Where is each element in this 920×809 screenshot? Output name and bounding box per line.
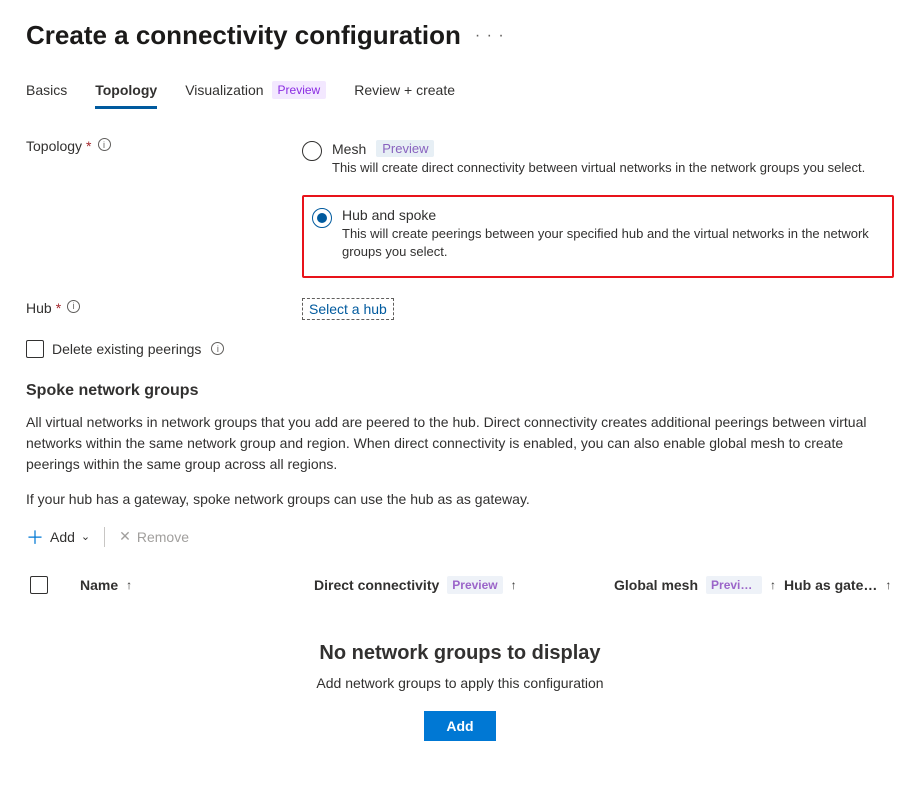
spoke-paragraph-1: All virtual networks in network groups t… [26, 412, 894, 475]
chevron-down-icon: ⌄ [81, 530, 90, 543]
spoke-paragraph-2: If your hub has a gateway, spoke network… [26, 489, 894, 510]
empty-subtitle: Add network groups to apply this configu… [26, 675, 894, 691]
tab-visualization[interactable]: Visualization Preview [185, 81, 326, 109]
topology-field-label: Topology * i [26, 136, 302, 278]
radio-option-hubspoke[interactable]: Hub and spoke This will create peerings … [312, 203, 884, 265]
remove-label: Remove [137, 529, 189, 545]
sort-arrow-icon: ↑ [885, 578, 891, 592]
tab-visualization-label: Visualization [185, 82, 263, 98]
info-icon[interactable]: i [211, 342, 224, 355]
x-icon: ✕ [119, 528, 131, 545]
radio-hubspoke-title: Hub and spoke [342, 207, 436, 223]
tab-review-create[interactable]: Review + create [354, 81, 455, 109]
hub-field-label: Hub * i [26, 298, 302, 320]
required-asterisk: * [56, 300, 61, 316]
sort-arrow-icon: ↑ [511, 578, 517, 592]
column-name[interactable]: Name ↑ [74, 577, 314, 593]
toolbar-divider [104, 527, 105, 547]
empty-title: No network groups to display [26, 642, 894, 665]
radio-option-mesh[interactable]: Mesh Preview This will create direct con… [302, 136, 894, 181]
tabs-container: Basics Topology Visualization Preview Re… [26, 81, 894, 110]
remove-button: ✕ Remove [119, 528, 189, 545]
radio-mesh-desc: This will create direct connectivity bet… [332, 159, 894, 177]
spoke-heading: Spoke network groups [26, 382, 894, 400]
radio-mesh[interactable] [302, 141, 322, 161]
select-hub-link[interactable]: Select a hub [302, 298, 394, 320]
empty-state: No network groups to display Add network… [26, 602, 894, 761]
add-label: Add [50, 529, 75, 545]
radio-mesh-title: Mesh [332, 141, 366, 157]
info-icon[interactable]: i [98, 138, 111, 151]
delete-peerings-checkbox[interactable] [26, 340, 44, 358]
radio-hubspoke-desc: This will create peerings between your s… [342, 225, 884, 261]
preview-badge: Preview [272, 81, 327, 99]
info-icon[interactable]: i [67, 300, 80, 313]
empty-add-button[interactable]: Add [424, 711, 495, 741]
add-button[interactable]: ＋ Add ⌄ [26, 524, 90, 550]
preview-badge: Previe… [706, 576, 762, 594]
table-header: Name ↑ Direct connectivity Preview ↑ Glo… [26, 568, 894, 602]
select-all-checkbox[interactable] [30, 576, 48, 594]
hubspoke-highlight: Hub and spoke This will create peerings … [302, 195, 894, 277]
sort-arrow-icon: ↑ [770, 578, 776, 592]
column-global-mesh[interactable]: Global mesh Previe… ↑ [614, 576, 784, 594]
preview-badge: Preview [447, 576, 502, 594]
column-direct-connectivity[interactable]: Direct connectivity Preview ↑ [314, 576, 614, 594]
page-title: Create a connectivity configuration [26, 20, 461, 51]
radio-hubspoke[interactable] [312, 208, 332, 228]
column-hub-as-gateway[interactable]: Hub as gate… ↑ [784, 577, 894, 593]
preview-badge: Preview [376, 140, 434, 157]
tab-topology[interactable]: Topology [95, 81, 157, 109]
tab-basics[interactable]: Basics [26, 81, 67, 109]
plus-icon: ＋ [26, 524, 44, 550]
required-asterisk: * [86, 138, 91, 154]
sort-arrow-icon: ↑ [126, 578, 132, 592]
delete-peerings-label: Delete existing peerings [52, 341, 201, 357]
more-actions-icon[interactable]: · · · [475, 27, 505, 45]
radio-selected-dot [317, 213, 327, 223]
